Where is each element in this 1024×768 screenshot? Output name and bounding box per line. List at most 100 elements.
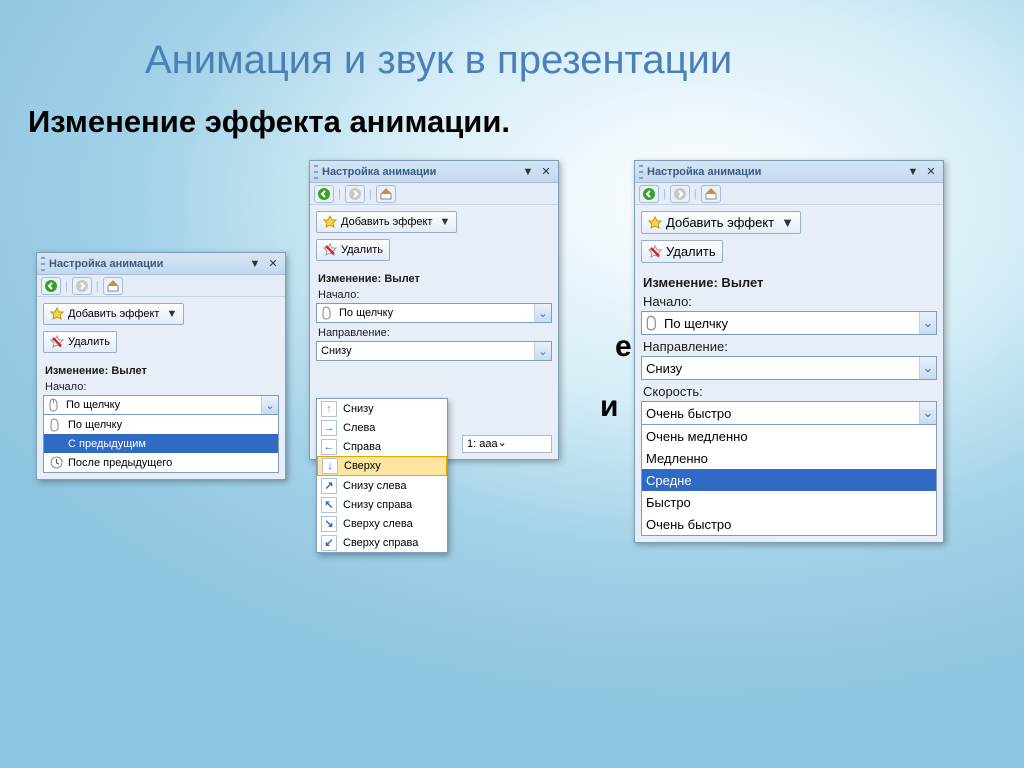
speed-options-dropdown: Очень медленно Медленно Средне Быстро Оч…: [641, 424, 937, 536]
panel-speed-options: Настройка анимации ▼ ✕ | | Добавить эффе…: [634, 160, 944, 543]
option-label: После предыдущего: [68, 457, 172, 469]
direction-value: Снизу: [646, 361, 919, 376]
panel-titlebar[interactable]: Настройка анимации ▼ ✕: [635, 161, 943, 183]
direction-option[interactable]: ← Справа: [317, 437, 447, 456]
speed-option[interactable]: Быстро: [642, 491, 936, 513]
direction-option[interactable]: ↓Сверху: [317, 456, 447, 476]
dropdown-caret-icon[interactable]: ▼: [520, 164, 536, 180]
close-icon[interactable]: ✕: [923, 164, 939, 180]
option-label: Справа: [343, 441, 381, 453]
option-label: Сверху слева: [343, 518, 413, 530]
start-label: Начало:: [318, 289, 552, 301]
start-label: Начало:: [45, 381, 279, 393]
start-option-after-previous[interactable]: После предыдущего: [44, 453, 278, 472]
nav-home-icon[interactable]: [701, 185, 721, 203]
direction-combo[interactable]: Снизу ⌄: [316, 341, 552, 361]
option-label: Очень быстро: [646, 517, 731, 532]
panel-direction-options: Настройка анимации ▼ ✕ | | Добавить эффе…: [309, 160, 559, 460]
panel-nav: | |: [635, 183, 943, 205]
arrow-left-icon: ←: [321, 439, 337, 455]
remove-icon: [648, 245, 662, 259]
chevron-down-icon[interactable]: ⌄: [534, 342, 551, 360]
chevron-down-icon[interactable]: ⌄: [919, 402, 936, 424]
add-effect-button[interactable]: Добавить эффект ▼: [43, 303, 184, 325]
chevron-down-icon[interactable]: ⌄: [919, 312, 936, 334]
speed-option[interactable]: Медленно: [642, 447, 936, 469]
nav-separator: |: [96, 280, 99, 292]
speed-option[interactable]: Средне: [642, 469, 936, 491]
nav-back-icon[interactable]: [639, 185, 659, 203]
nav-home-icon[interactable]: [376, 185, 396, 203]
direction-option[interactable]: ↑ Снизу: [317, 399, 447, 418]
close-icon[interactable]: ✕: [265, 256, 281, 272]
remove-button[interactable]: Удалить: [316, 239, 390, 261]
start-combo[interactable]: По щелчку ⌄: [43, 395, 279, 415]
direction-value: Снизу: [321, 345, 534, 357]
modify-section-label: Изменение: Вылет: [318, 273, 552, 285]
dropdown-caret-icon[interactable]: ▼: [905, 164, 921, 180]
arrow-down-icon: ↓: [322, 458, 338, 474]
star-icon: [323, 215, 337, 229]
speed-label: Скорость:: [643, 384, 937, 399]
clock-icon: [48, 456, 64, 470]
mouse-icon: [48, 418, 64, 432]
modify-section-label: Изменение: Вылет: [643, 275, 937, 290]
direction-label: Направление:: [318, 327, 552, 339]
direction-option[interactable]: ↙Сверху справа: [317, 533, 447, 552]
slide-title: Анимация и звук в презентации: [145, 38, 732, 83]
panel-title: Настройка анимации: [322, 166, 520, 178]
nav-back-icon[interactable]: [41, 277, 61, 295]
nav-back-icon[interactable]: [314, 185, 334, 203]
add-effect-button[interactable]: Добавить эффект ▼: [641, 211, 801, 234]
star-icon: [50, 307, 64, 321]
panel-nav: | |: [310, 183, 558, 205]
remove-button[interactable]: Удалить: [641, 240, 723, 263]
direction-option[interactable]: →Слева: [317, 418, 447, 437]
start-value: По щелчку: [664, 316, 919, 331]
arrow-right-icon: →: [321, 420, 337, 436]
direction-option[interactable]: ↖Снизу справа: [317, 495, 447, 514]
panel-titlebar[interactable]: Настройка анимации ▼ ✕: [37, 253, 285, 275]
chevron-down-icon[interactable]: ⌄: [919, 357, 936, 379]
nav-separator: |: [65, 280, 68, 292]
effect-item-combo[interactable]: 1: aaa ⌄: [462, 435, 552, 453]
dropdown-caret-icon[interactable]: ▼: [247, 256, 263, 272]
nav-forward-icon: [670, 185, 690, 203]
remove-label: Удалить: [341, 244, 383, 256]
add-effect-button[interactable]: Добавить эффект ▼: [316, 211, 457, 233]
chevron-down-icon[interactable]: ⌄: [498, 436, 514, 452]
caret-down-icon: ▼: [439, 216, 450, 228]
speed-option[interactable]: Очень медленно: [642, 425, 936, 447]
start-option-with-previous[interactable]: С предыдущим: [44, 434, 278, 453]
option-label: Быстро: [646, 495, 691, 510]
speed-value: Очень быстро: [646, 406, 919, 421]
speed-option[interactable]: Очень быстро: [642, 513, 936, 535]
panel-title: Настройка анимации: [647, 166, 905, 178]
nav-forward-icon: [345, 185, 365, 203]
direction-combo[interactable]: Снизу ⌄: [641, 356, 937, 380]
close-icon[interactable]: ✕: [538, 164, 554, 180]
grip-icon: [41, 257, 45, 271]
caret-down-icon: ▼: [166, 308, 177, 320]
remove-icon: [323, 243, 337, 257]
remove-label: Удалить: [666, 244, 716, 259]
caret-down-icon: ▼: [781, 215, 794, 230]
start-label: Начало:: [643, 294, 937, 309]
chevron-down-icon[interactable]: ⌄: [261, 396, 278, 414]
star-icon: [648, 216, 662, 230]
arrow-up-icon: ↑: [321, 401, 337, 417]
remove-button[interactable]: Удалить: [43, 331, 117, 353]
remove-label: Удалить: [68, 336, 110, 348]
nav-home-icon[interactable]: [103, 277, 123, 295]
panel-titlebar[interactable]: Настройка анимации ▼ ✕: [310, 161, 558, 183]
chevron-down-icon[interactable]: ⌄: [534, 304, 551, 322]
add-effect-label: Добавить эффект: [341, 216, 432, 228]
option-label: Снизу: [343, 403, 374, 415]
speed-combo[interactable]: Очень быстро ⌄: [641, 401, 937, 425]
start-combo[interactable]: По щелчку ⌄: [641, 311, 937, 335]
start-combo[interactable]: По щелчку ⌄: [316, 303, 552, 323]
direction-option[interactable]: ↗Снизу слева: [317, 476, 447, 495]
direction-option[interactable]: ↘Сверху слева: [317, 514, 447, 533]
start-options-dropdown: По щелчку С предыдущим После предыдущего: [43, 414, 279, 473]
start-option-on-click[interactable]: По щелчку: [44, 415, 278, 434]
